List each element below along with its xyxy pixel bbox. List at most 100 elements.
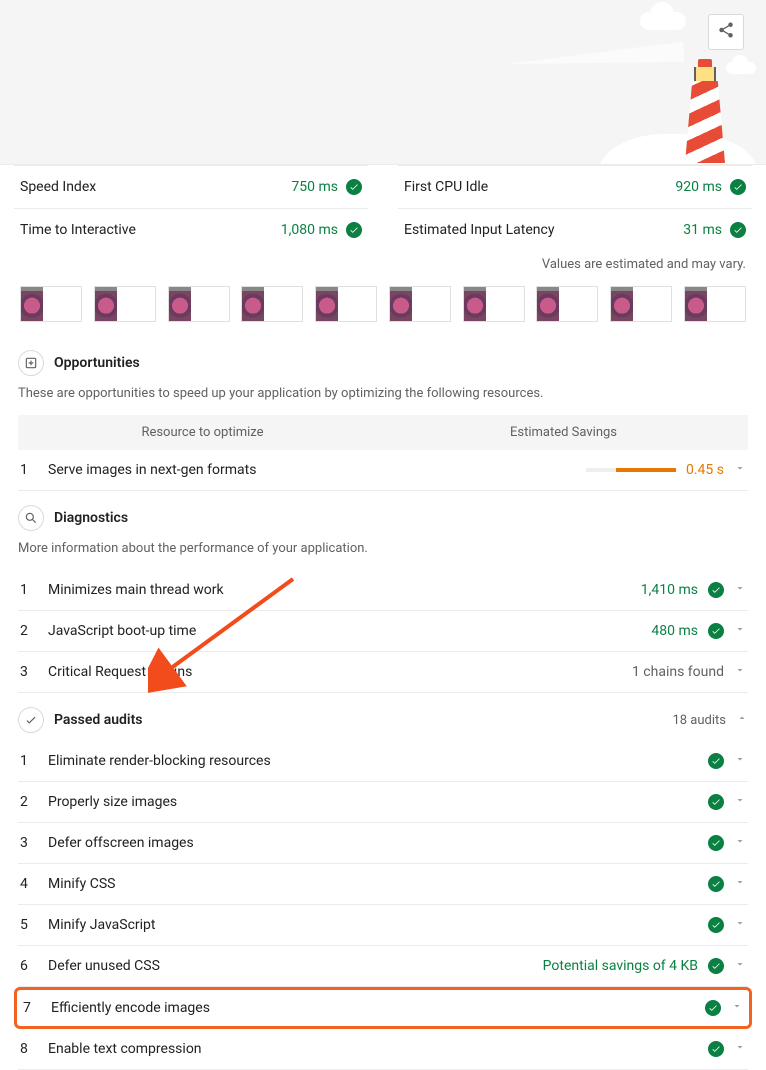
opportunities-section: Opportunities These are opportunities to… (0, 336, 766, 491)
pass-icon (708, 876, 724, 892)
filmstrip-frame (20, 286, 82, 322)
row-number: 3 (20, 664, 38, 680)
pass-icon (708, 1041, 724, 1057)
pass-icon (708, 835, 724, 851)
pass-icon (708, 958, 724, 974)
chevron-up-icon (736, 712, 748, 728)
chevron-down-icon (734, 876, 746, 892)
metric-row: Speed Index 750 ms (14, 165, 368, 208)
metric-row: First CPU Idle 920 ms (398, 165, 752, 208)
metric-value: 750 ms (291, 179, 338, 195)
filmstrip-frame (463, 286, 525, 322)
chevron-down-icon (734, 958, 746, 974)
passed-audit-row[interactable]: 1 Eliminate render-blocking resources (18, 741, 748, 782)
passed-audits-header[interactable]: Passed audits 18 audits (18, 693, 748, 741)
metric-label: Estimated Input Latency (404, 222, 554, 238)
row-label: Defer unused CSS (48, 958, 533, 974)
savings-value: 0.45 s (686, 462, 724, 478)
row-number: 5 (20, 917, 38, 933)
row-number: 1 (20, 462, 38, 478)
pass-icon (346, 222, 362, 238)
chevron-down-icon (734, 835, 746, 851)
pass-icon (708, 582, 724, 598)
row-number: 3 (20, 835, 38, 851)
metrics-grid: Speed Index 750 ms First CPU Idle 920 ms… (0, 165, 766, 251)
row-number: 4 (20, 876, 38, 892)
row-value: 480 ms (651, 623, 698, 639)
pass-icon (708, 794, 724, 810)
opportunity-row[interactable]: 1 Serve images in next-gen formats 0.45 … (18, 450, 748, 491)
check-icon (18, 707, 44, 733)
row-number: 2 (20, 623, 38, 639)
chevron-down-icon (734, 753, 746, 769)
audit-count: 18 audits (672, 713, 726, 728)
savings-bar (586, 468, 676, 472)
column-header: Estimated Savings (383, 425, 744, 440)
row-number: 7 (23, 1000, 41, 1016)
metric-row: Time to Interactive 1,080 ms (14, 208, 368, 251)
chevron-down-icon (731, 1000, 743, 1016)
chevron-down-icon (734, 1041, 746, 1057)
metric-value: 1,080 ms (281, 222, 338, 238)
metric-label: Time to Interactive (20, 222, 136, 238)
row-label: Properly size images (48, 794, 698, 810)
pass-icon (708, 623, 724, 639)
filmstrip-frame (610, 286, 672, 322)
row-label: Critical Request Chains (48, 664, 622, 680)
chevron-down-icon (734, 917, 746, 933)
column-header: Resource to optimize (22, 425, 383, 440)
chevron-down-icon (734, 664, 746, 680)
magnifier-icon (18, 505, 44, 531)
row-label: Efficiently encode images (51, 1000, 695, 1016)
passed-audit-row[interactable]: 8 Enable text compression (18, 1029, 748, 1070)
row-number: 6 (20, 958, 38, 974)
row-label: Minify JavaScript (48, 917, 698, 933)
row-number: 2 (20, 794, 38, 810)
row-number: 8 (20, 1041, 38, 1057)
pass-icon (730, 222, 746, 238)
lighthouse-beam (504, 42, 685, 75)
row-label: JavaScript boot-up time (48, 623, 641, 639)
row-number: 1 (20, 753, 38, 769)
metrics-footnote: Values are estimated and may vary. (0, 251, 766, 284)
opportunities-icon (18, 350, 44, 376)
share-button[interactable] (708, 14, 744, 50)
metric-value: 31 ms (683, 222, 722, 238)
passed-audit-row[interactable]: 7 Efficiently encode images (14, 987, 752, 1029)
row-value: 1,410 ms (641, 582, 698, 598)
passed-audit-row[interactable]: 3Defer offscreen images (18, 823, 748, 864)
lighthouse-illustration (680, 59, 730, 164)
report-header (0, 0, 766, 165)
filmstrip-frame (94, 286, 156, 322)
diagnostic-row[interactable]: 2 JavaScript boot-up time 480 ms (18, 611, 748, 652)
row-label: Serve images in next-gen formats (48, 462, 576, 478)
passed-audit-row[interactable]: 6Defer unused CSSPotential savings of 4 … (18, 946, 748, 987)
pass-icon (708, 917, 724, 933)
passed-audits-section: Passed audits 18 audits 1 Eliminate rende… (0, 693, 766, 1070)
chevron-down-icon (734, 623, 746, 639)
row-number: 1 (20, 582, 38, 598)
section-title: Diagnostics (54, 510, 128, 526)
passed-audit-row[interactable]: 2 Properly size images (18, 782, 748, 823)
filmstrip (0, 284, 766, 336)
section-subtitle: These are opportunities to speed up your… (18, 384, 748, 415)
filmstrip-frame (389, 286, 451, 322)
passed-audit-row[interactable]: 5 Minify JavaScript (18, 905, 748, 946)
row-label: Eliminate render-blocking resources (48, 753, 698, 769)
ground-decoration (598, 134, 758, 165)
row-label: Minimizes main thread work (48, 582, 631, 598)
filmstrip-frame (168, 286, 230, 322)
pass-icon (705, 1000, 721, 1016)
passed-audit-row[interactable]: 4Minify CSS (18, 864, 748, 905)
row-label: Enable text compression (48, 1041, 698, 1057)
diagnostic-row[interactable]: 1 Minimizes main thread work 1,410 ms (18, 570, 748, 611)
filmstrip-frame (536, 286, 598, 322)
section-title: Opportunities (54, 355, 140, 371)
metric-row: Estimated Input Latency 31 ms (398, 208, 752, 251)
metric-label: Speed Index (20, 179, 96, 195)
cloud-decoration (640, 12, 686, 30)
diagnostic-row[interactable]: 3Critical Request Chains1 chains found (18, 652, 748, 693)
chevron-down-icon (734, 582, 746, 598)
cloud-decoration (726, 62, 756, 74)
share-icon (717, 21, 735, 43)
